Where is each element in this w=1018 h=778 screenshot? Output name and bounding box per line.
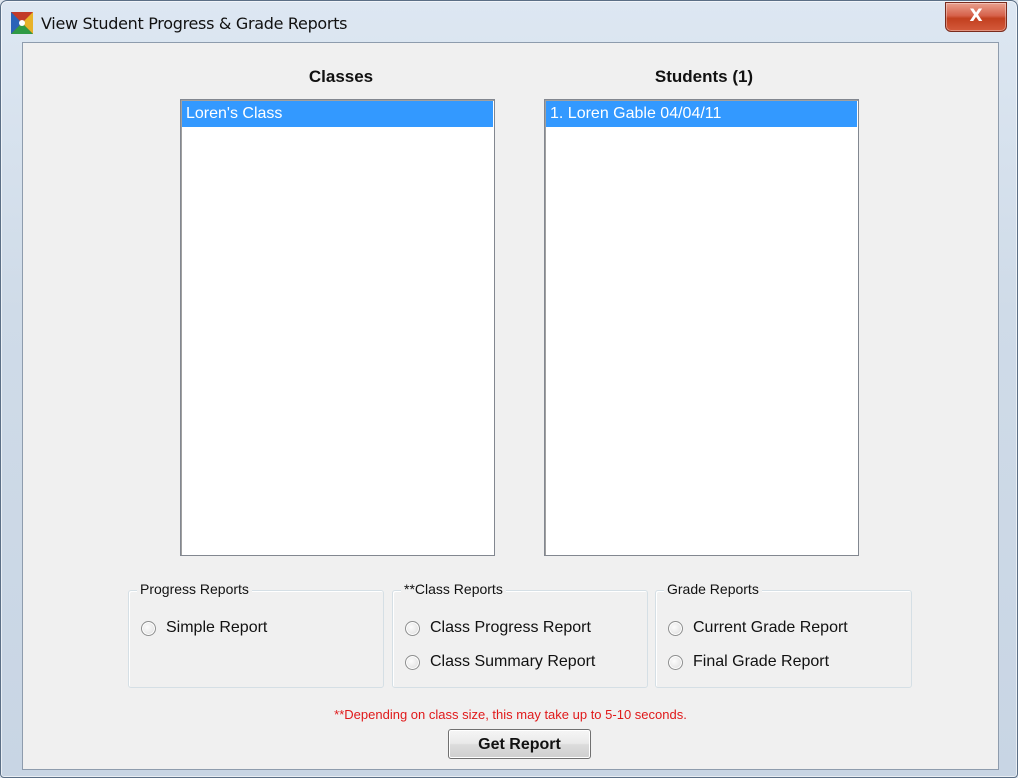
classes-header: Classes (308, 67, 374, 86)
class-summary-report-label: Class Summary Report (430, 653, 596, 670)
progress-reports-group: Progress Reports Simple Report (128, 581, 384, 688)
progress-reports-label: Progress Reports (137, 581, 252, 597)
student-item-loren-gable[interactable]: 1. Loren Gable 04/04/11 (546, 101, 857, 127)
grade-reports-label: Grade Reports (664, 581, 762, 597)
final-grade-report-option[interactable]: Final Grade Report (668, 651, 829, 673)
students-list[interactable]: 1. Loren Gable 04/04/11 (544, 99, 859, 556)
classes-list[interactable]: Loren's Class (180, 99, 495, 556)
timing-note: **Depending on class size, this may take… (334, 707, 687, 722)
students-header: Students (1) (654, 67, 754, 86)
close-button[interactable]: X (945, 2, 1007, 32)
class-progress-report-radio[interactable] (405, 620, 420, 636)
app-icon (11, 12, 33, 34)
current-grade-report-option[interactable]: Current Grade Report (668, 617, 848, 639)
class-progress-report-option[interactable]: Class Progress Report (405, 617, 591, 639)
class-item-lorens-class[interactable]: Loren's Class (182, 101, 493, 127)
class-summary-report-option[interactable]: Class Summary Report (405, 651, 595, 673)
simple-report-label: Simple Report (166, 619, 268, 636)
class-reports-label: **Class Reports (401, 581, 506, 597)
title-bar[interactable]: View Student Progress & Grade Reports X (1, 1, 1017, 43)
window-title: View Student Progress & Grade Reports (41, 14, 348, 33)
class-summary-report-radio[interactable] (405, 654, 420, 670)
final-grade-report-radio[interactable] (668, 654, 683, 670)
close-icon: X (969, 6, 983, 26)
final-grade-report-label: Final Grade Report (693, 653, 830, 670)
get-report-button[interactable]: Get Report (448, 729, 591, 759)
class-reports-group: **Class Reports Class Progress Report Cl… (392, 581, 648, 688)
simple-report-radio[interactable] (141, 620, 156, 636)
dialog-body: Classes Loren's Class Students (1) 1. Lo… (22, 42, 999, 770)
class-progress-report-label: Class Progress Report (430, 619, 591, 636)
report-window: View Student Progress & Grade Reports X … (0, 0, 1018, 778)
simple-report-option[interactable]: Simple Report (141, 617, 267, 639)
grade-reports-group: Grade Reports Current Grade Report Final… (655, 581, 912, 688)
current-grade-report-label: Current Grade Report (693, 619, 848, 636)
current-grade-report-radio[interactable] (668, 620, 683, 636)
